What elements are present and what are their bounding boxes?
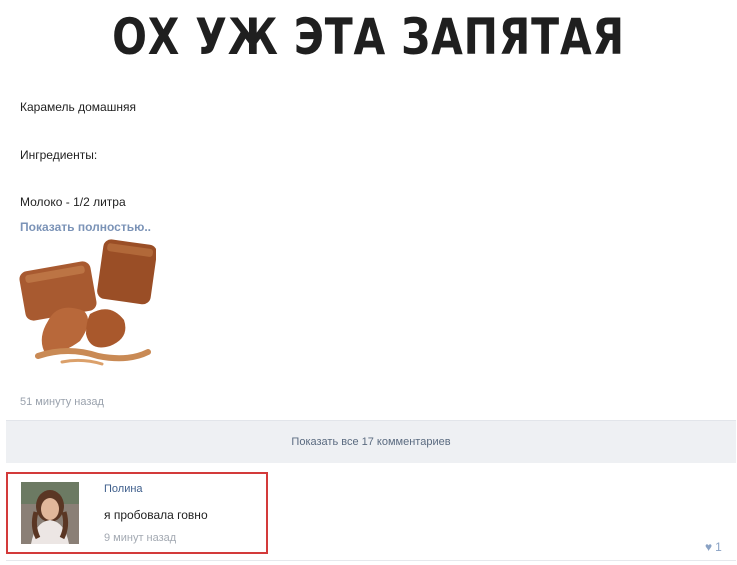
caramel-image[interactable] (18, 236, 156, 376)
comment-timestamp[interactable]: 9 минут назад (104, 532, 176, 544)
divider (6, 560, 736, 561)
heart-icon: ♥ (705, 540, 713, 554)
like-count: 1 (715, 540, 722, 554)
post-timestamp[interactable]: 51 минуту назад (20, 396, 104, 408)
show-full-link[interactable]: Показать полностью.. (20, 220, 151, 234)
comment-highlight: Полина я пробовала говно 9 минут назад (6, 472, 268, 554)
post-ingredient-line: Молоко - 1/2 литра (20, 195, 126, 209)
comment-author-link[interactable]: Полина (104, 483, 143, 495)
comment-text: я пробовала говно (104, 508, 208, 522)
meme-caption: ОХ УЖ ЭТА ЗАПЯТАЯ (112, 8, 625, 66)
like-button[interactable]: ♥ 1 (705, 540, 722, 554)
post-ingredients-heading: Ингредиенты: (20, 148, 98, 162)
post-title: Карамель домашняя (20, 100, 136, 114)
show-all-comments-label: Показать все 17 комментариев (291, 436, 451, 448)
avatar[interactable] (21, 482, 79, 544)
show-all-comments-button[interactable]: Показать все 17 комментариев (6, 420, 736, 463)
